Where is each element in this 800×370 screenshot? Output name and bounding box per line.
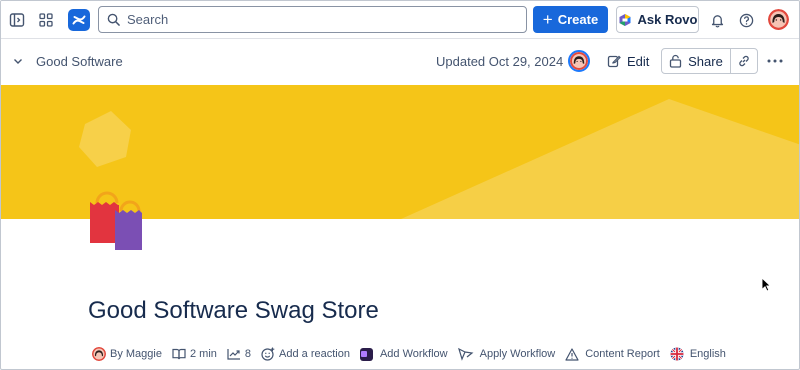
book-icon (172, 348, 186, 360)
lock-icon (669, 54, 682, 68)
share-button[interactable]: Share (662, 49, 731, 73)
apply-workflow-label: Apply Workflow (479, 348, 556, 360)
page-title: Good Software Swag Store (88, 297, 379, 324)
link-icon (739, 55, 749, 67)
language-selector[interactable]: English (670, 347, 726, 361)
confluence-logo-icon[interactable] (68, 9, 90, 31)
share-group: Share (661, 48, 758, 74)
emoji-icon (261, 347, 275, 361)
read-time: 2 min (172, 348, 217, 360)
read-time-label: 2 min (189, 348, 217, 360)
content-report-label: Content Report (585, 348, 660, 360)
contributor-avatar[interactable] (568, 50, 590, 72)
language-label: English (689, 348, 726, 360)
ask-rovo-button[interactable]: Ask Rovo (616, 6, 699, 33)
page-header: Good Software Updated Oct 29, 2024 Edit … (1, 39, 799, 84)
create-button[interactable]: + Create (533, 6, 608, 33)
last-updated[interactable]: Updated Oct 29, 2024 (436, 54, 563, 69)
user-avatar[interactable] (768, 9, 789, 30)
create-label: Create (557, 12, 599, 27)
share-label: Share (688, 53, 723, 69)
cursor-icon (761, 276, 772, 297)
rovo-icon (619, 13, 631, 26)
views-label: 8 (244, 348, 252, 360)
plus-icon: + (542, 10, 553, 29)
sidebar-toggle-icon[interactable] (6, 9, 28, 31)
author-avatar (92, 347, 106, 361)
search-placeholder: Search (127, 12, 169, 27)
uk-flag-icon (670, 347, 684, 361)
search-input[interactable]: Search (98, 6, 527, 33)
edit-button[interactable]: Edit (607, 49, 649, 73)
search-icon (107, 13, 120, 26)
add-reaction-button[interactable]: Add a reaction (261, 347, 350, 361)
edit-label: Edit (627, 53, 650, 69)
workflow-icon (359, 347, 373, 361)
more-icon[interactable] (764, 49, 786, 73)
trend-icon (227, 349, 240, 360)
ask-rovo-label: Ask Rovo (637, 12, 698, 27)
apply-workflow-button[interactable]: Apply Workflow (457, 347, 556, 361)
pencil-icon (607, 55, 621, 68)
views[interactable]: 8 (227, 348, 251, 360)
add-workflow-button[interactable]: Add Workflow (359, 347, 448, 361)
help-icon[interactable] (735, 9, 757, 31)
author[interactable]: By Maggie (92, 347, 162, 361)
bell-icon[interactable] (706, 9, 728, 31)
top-navigation: Search + Create Ask Rovo (1, 1, 799, 39)
confluence-window: Search + Create Ask Rovo Good Software U… (0, 0, 800, 370)
page-byline: By Maggie 2 min 8 Add a reaction Add Wor… (92, 344, 736, 364)
add-reaction-label: Add a reaction (279, 348, 350, 360)
content-report-button[interactable]: Content Report (565, 347, 660, 361)
app-switcher-icon[interactable] (35, 9, 57, 31)
copy-link-button[interactable] (731, 49, 757, 73)
add-workflow-label: Add Workflow (379, 348, 448, 360)
breadcrumb[interactable]: Good Software (36, 54, 123, 69)
apply-workflow-icon (457, 347, 474, 361)
author-label: By Maggie (110, 348, 162, 360)
shopping-bags-icon[interactable] (87, 187, 153, 253)
warning-icon (565, 347, 579, 361)
chevron-down-icon[interactable] (7, 50, 29, 72)
